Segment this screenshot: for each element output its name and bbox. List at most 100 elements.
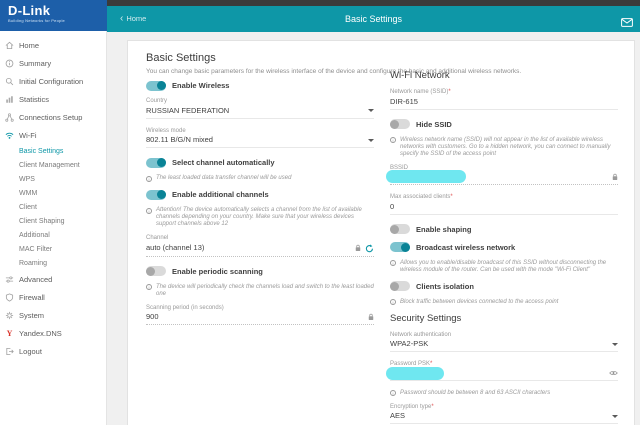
scanning-period-field: Scanning period (in seconds) 900 xyxy=(146,305,374,326)
sidebar-item-summary[interactable]: Summary xyxy=(0,54,106,72)
network-authentication-select[interactable]: Network authentication WPA2-PSK xyxy=(390,332,618,353)
wifi-icon xyxy=(5,131,14,140)
sidebar-subitem-additional[interactable]: Additional xyxy=(0,228,106,242)
note-info-icon: i xyxy=(146,208,152,214)
enable-wireless-toggle[interactable] xyxy=(146,81,166,91)
select-channel-auto-toggle[interactable] xyxy=(146,158,166,168)
broadcast-network-note: i Allows you to enable/disable broadcast… xyxy=(390,260,618,274)
lock-icon xyxy=(612,173,618,181)
password-psk-input[interactable]: Password PSK* xyxy=(390,361,618,381)
wifi-network-section-title: Wi-Fi Network xyxy=(390,70,618,81)
yandex-icon: Y xyxy=(5,329,14,338)
security-section-title: Security Settings xyxy=(390,313,618,324)
sidebar-subitem-client-shaping[interactable]: Client Shaping xyxy=(0,214,106,228)
enable-shaping-label: Enable shaping xyxy=(416,225,471,234)
dlink-logo: D-Link Building Networks for People xyxy=(0,0,107,31)
redaction-highlight xyxy=(386,170,466,183)
sidebar-item-system[interactable]: System xyxy=(0,306,106,324)
sidebar-item-statistics[interactable]: Statistics xyxy=(0,90,106,108)
required-mark: * xyxy=(431,404,433,410)
country-select[interactable]: Country RUSSIAN FEDERATION xyxy=(146,98,374,119)
home-icon xyxy=(5,41,14,50)
note-info-icon: i xyxy=(146,176,152,182)
periodic-scanning-label: Enable periodic scanning xyxy=(172,267,263,276)
sliders-icon xyxy=(5,275,14,284)
mail-icon[interactable] xyxy=(621,14,633,32)
sidebar-item-yandex-dns[interactable]: Y Yandex.DNS xyxy=(0,324,106,342)
chevron-down-icon xyxy=(612,343,618,346)
broadcast-network-label: Broadcast wireless network xyxy=(416,243,515,252)
sidebar-item-logout[interactable]: Logout xyxy=(0,342,106,360)
sidebar-subitem-wps[interactable]: WPS xyxy=(0,172,106,186)
sidebar-subitem-wmm[interactable]: WMM xyxy=(0,186,106,200)
max-clients-input[interactable]: Max associated clients* 0 xyxy=(390,194,618,215)
sidebar-subitem-basic-settings[interactable]: Basic Settings xyxy=(0,144,106,158)
brand-name: D-Link xyxy=(8,4,107,18)
left-column: Enable Wireless Country RUSSIAN FEDERATI… xyxy=(146,80,374,334)
sidebar-item-initial-configuration[interactable]: Initial Configuration xyxy=(0,72,106,90)
chevron-down-icon xyxy=(368,139,374,142)
back-chevron-icon: ‹ xyxy=(120,15,123,23)
right-column: Wi-Fi Network Network name (SSID)* DIR-6… xyxy=(390,70,618,425)
enable-wireless-label: Enable Wireless xyxy=(172,81,229,90)
note-info-icon: i xyxy=(390,390,396,396)
page-header-title: Basic Settings xyxy=(345,14,402,24)
select-channel-note: i The least loaded data transfer channel… xyxy=(146,175,374,182)
refresh-icon[interactable] xyxy=(365,244,374,253)
sidebar-item-advanced[interactable]: Advanced xyxy=(0,270,106,288)
sidebar-item-firewall[interactable]: Firewall xyxy=(0,288,106,306)
hide-ssid-toggle[interactable] xyxy=(390,119,410,129)
additional-channels-note: i Attention! The device automatically se… xyxy=(146,207,374,228)
back-label: Home xyxy=(126,14,146,23)
hide-ssid-label: Hide SSID xyxy=(416,120,452,129)
router-admin-page: D-Link Building Networks for People ‹ Ho… xyxy=(0,0,640,425)
page-title: Basic Settings xyxy=(146,52,216,64)
broadcast-network-toggle[interactable] xyxy=(390,242,410,252)
sidebar-subitem-mac-filter[interactable]: MAC Filter xyxy=(0,242,106,256)
sidebar-subitem-roaming[interactable]: Roaming xyxy=(0,256,106,270)
ssid-input[interactable]: Network name (SSID)* DIR-615 xyxy=(390,89,618,110)
topbar: ‹ Home Basic Settings xyxy=(107,6,640,32)
additional-channels-toggle[interactable] xyxy=(146,190,166,200)
sidebar: Home Summary Initial Configuration Stati… xyxy=(0,31,107,425)
additional-channels-label: Enable additional channels xyxy=(172,190,269,199)
lock-icon xyxy=(368,313,374,321)
required-mark: * xyxy=(448,89,450,95)
periodic-scanning-toggle[interactable] xyxy=(146,266,166,276)
clients-isolation-note: i Block traffic between devices connecte… xyxy=(390,299,618,306)
redaction-highlight xyxy=(386,367,444,380)
clients-isolation-toggle[interactable] xyxy=(390,281,410,291)
select-channel-auto-label: Select channel automatically xyxy=(172,158,275,167)
periodic-scanning-note: i The device will periodically check the… xyxy=(146,284,374,298)
note-info-icon: i xyxy=(146,284,152,290)
gear-icon xyxy=(5,311,14,320)
sidebar-subitem-client[interactable]: Client xyxy=(0,200,106,214)
show-password-eye-icon[interactable] xyxy=(609,370,618,376)
sidebar-item-home[interactable]: Home xyxy=(0,36,106,54)
back-to-home-link[interactable]: ‹ Home xyxy=(120,14,146,23)
clients-isolation-label: Clients isolation xyxy=(416,282,474,291)
note-info-icon: i xyxy=(390,137,396,143)
lock-icon xyxy=(355,244,361,252)
sidebar-item-wifi[interactable]: Wi-Fi xyxy=(0,126,106,144)
chevron-down-icon xyxy=(612,415,618,418)
logout-icon xyxy=(5,347,14,356)
magnifier-icon xyxy=(5,77,14,86)
network-nodes-icon xyxy=(5,113,14,122)
enable-shaping-toggle[interactable] xyxy=(390,224,410,234)
password-note: i Password should be between 8 and 63 AS… xyxy=(390,390,618,397)
settings-card: Basic Settings You can change basic para… xyxy=(127,40,635,425)
sidebar-subitem-client-management[interactable]: Client Management xyxy=(0,158,106,172)
brand-tagline: Building Networks for People xyxy=(8,18,107,23)
required-mark: * xyxy=(450,194,452,200)
hide-ssid-note: i Wireless network name (SSID) will not … xyxy=(390,137,618,158)
bar-chart-icon xyxy=(5,95,14,104)
chevron-down-icon xyxy=(368,109,374,112)
info-icon xyxy=(5,59,14,68)
channel-field: Channel auto (channel 13) xyxy=(146,235,374,257)
encryption-type-select[interactable]: Encryption type* AES xyxy=(390,404,618,425)
note-info-icon: i xyxy=(390,260,396,266)
wireless-mode-select[interactable]: Wireless mode 802.11 B/G/N mixed xyxy=(146,128,374,149)
sidebar-item-connections-setup[interactable]: Connections Setup xyxy=(0,108,106,126)
note-info-icon: i xyxy=(390,299,396,305)
